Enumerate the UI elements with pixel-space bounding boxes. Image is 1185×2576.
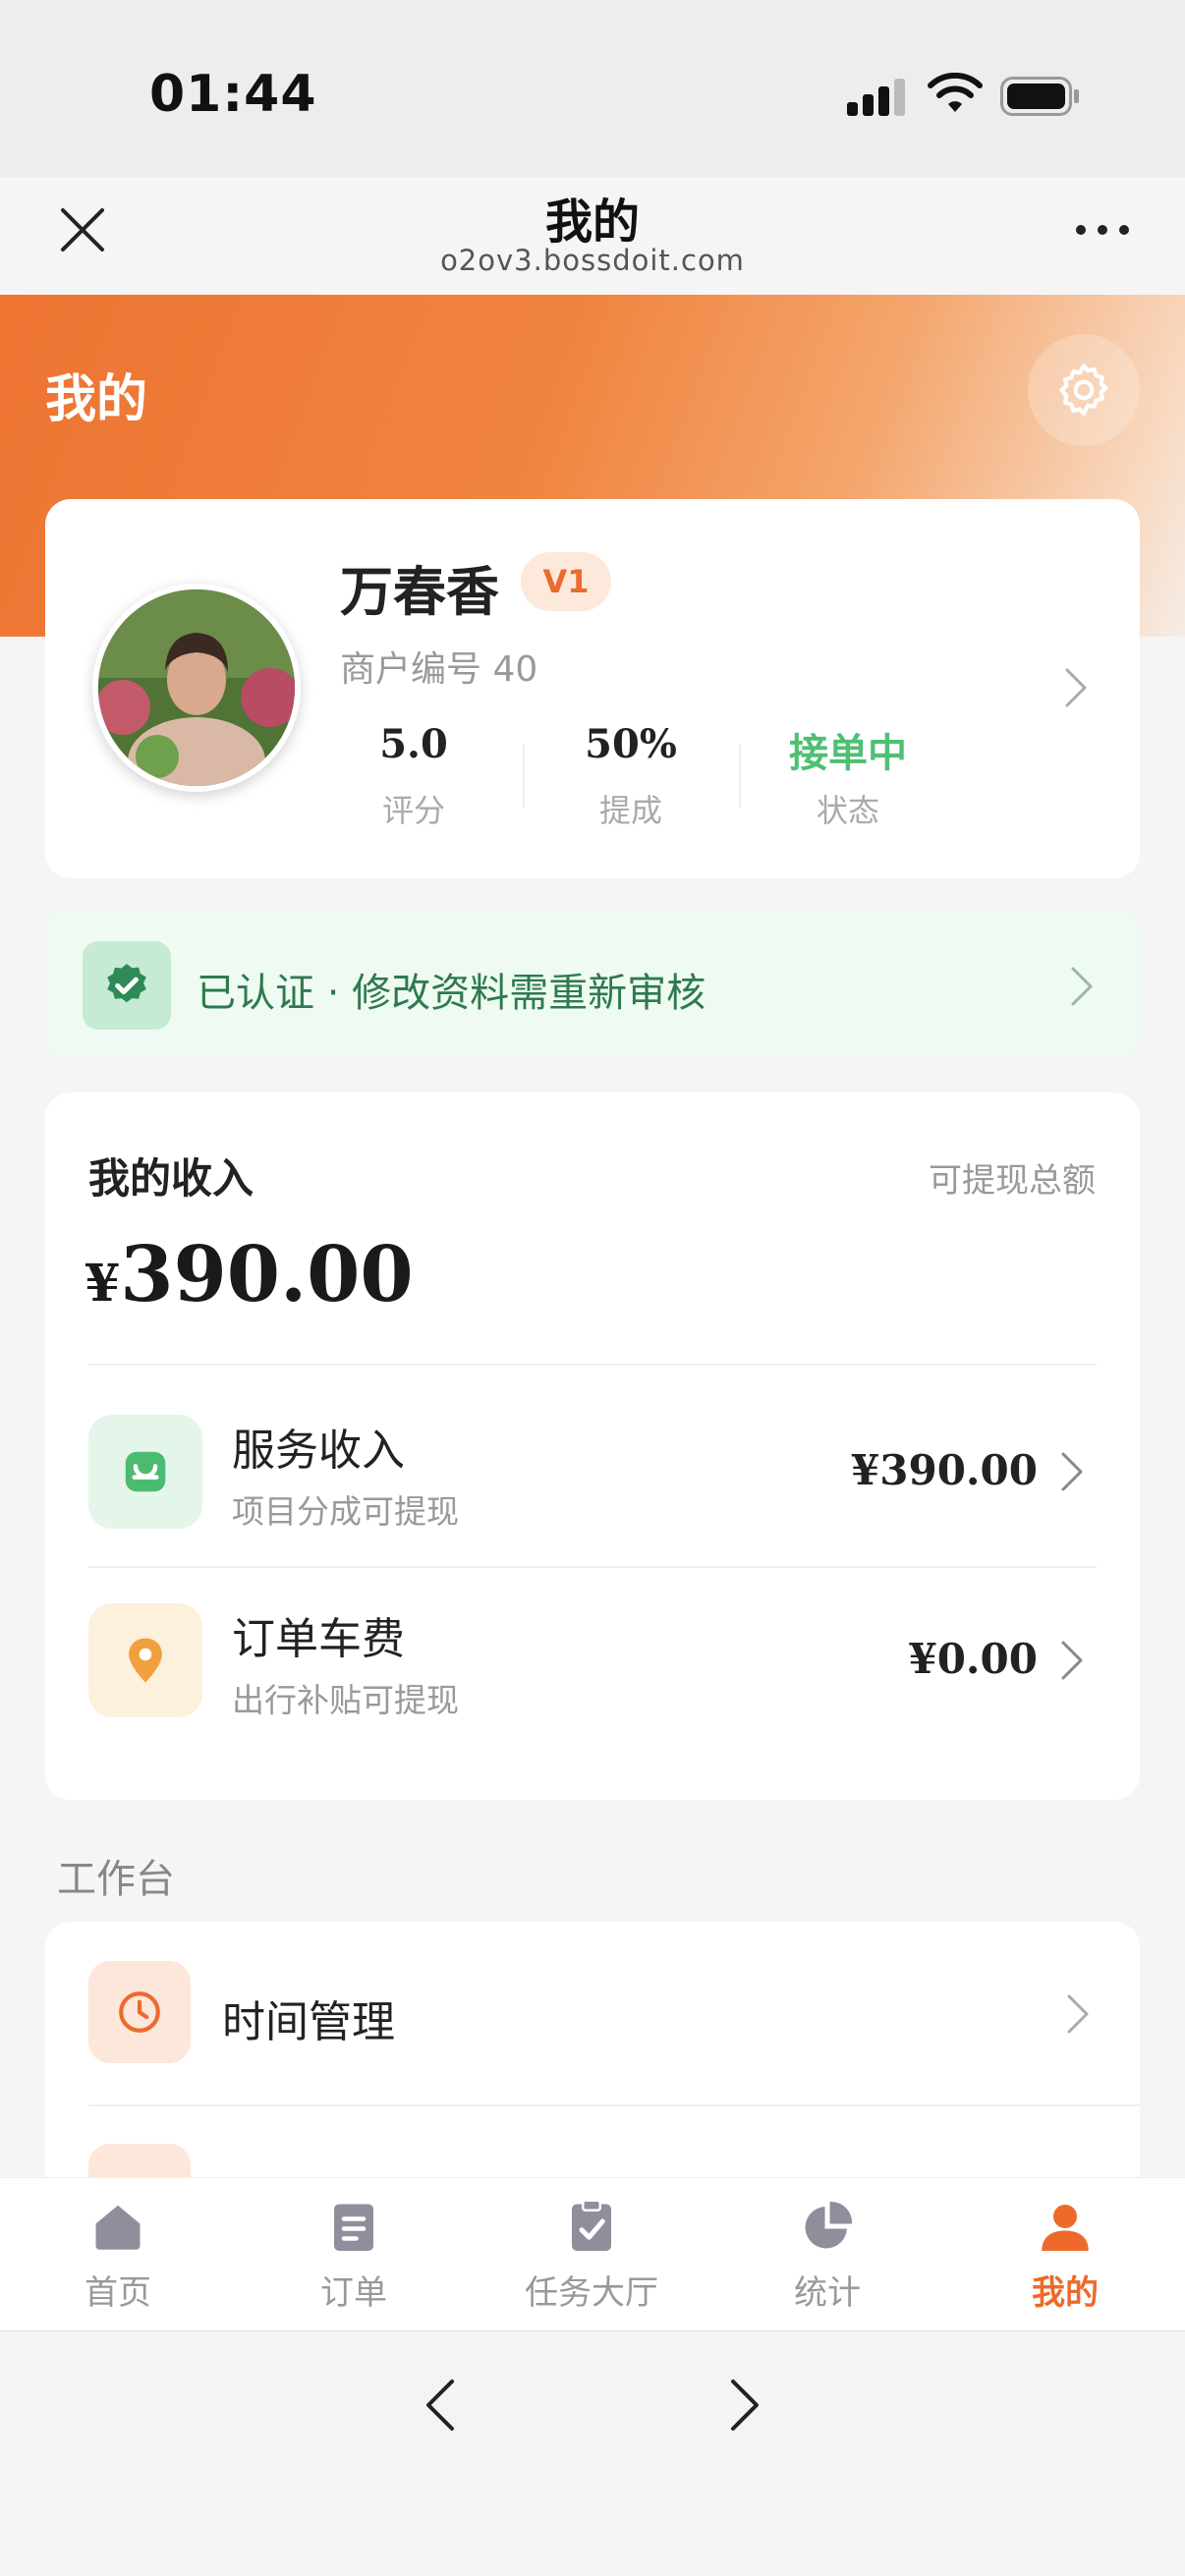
service-income-icon-box: [88, 1415, 202, 1529]
commission-value: 50%: [585, 721, 677, 767]
status-value: 接单中: [789, 731, 907, 776]
chevron-right-icon: [1061, 1452, 1083, 1491]
battery-icon: [1000, 77, 1079, 116]
income-total-value: 390.00: [120, 1230, 414, 1319]
verification-text: 已认证 · 修改资料需重新审核: [197, 971, 706, 1016]
time-management-title: 时间管理: [222, 1997, 395, 2047]
clock-icon: [119, 1991, 160, 2033]
stat-divider: [523, 745, 525, 808]
income-total: ¥390.00: [85, 1230, 414, 1319]
divider: [88, 2104, 1140, 2106]
car-fee-subtitle: 出行补贴可提现: [232, 1681, 459, 1719]
next-item-icon-box: [88, 2144, 191, 2177]
clipboard-list-icon: [334, 2204, 373, 2251]
rating-value: 5.0: [379, 721, 448, 767]
car-fee-icon-box: [88, 1603, 202, 1717]
clipboard-check-icon: [572, 2199, 611, 2251]
tab-mine-label: 我的: [1032, 2273, 1099, 2313]
browser-title: 我的: [544, 195, 640, 250]
workbench-label: 工作台: [57, 1857, 175, 1902]
wifi-icon: [928, 73, 983, 112]
commission-label: 提成: [598, 792, 662, 829]
avatar: [92, 584, 301, 792]
chevron-right-icon: [1061, 1641, 1083, 1680]
tab-orders[interactable]: 订单: [255, 2197, 452, 2314]
car-fee-amount: ¥0.00: [908, 1635, 1038, 1683]
service-income-amount: ¥390.00: [851, 1446, 1038, 1494]
settings-button[interactable]: [1028, 334, 1140, 446]
tab-statistics-label: 统计: [794, 2273, 861, 2313]
location-pin-icon: [129, 1638, 162, 1683]
user-icon: [1042, 2205, 1089, 2251]
signal-icon: [847, 79, 905, 116]
pie-chart-icon: [805, 2201, 853, 2249]
service-income-title: 服务收入: [232, 1426, 405, 1476]
car-fee-title: 订单车费: [232, 1614, 405, 1664]
tab-orders-label: 订单: [320, 2273, 387, 2313]
service-income-subtitle: 项目分成可提现: [232, 1492, 459, 1531]
stat-divider: [739, 745, 741, 808]
tab-task-hall-label: 任务大厅: [525, 2273, 658, 2313]
verified-badge: [83, 941, 171, 1030]
level-badge: V1: [521, 552, 611, 611]
rating-label: 评分: [381, 792, 445, 829]
withdrawable-label: 可提现总额: [929, 1161, 1096, 1201]
forward-arrow-icon[interactable]: [713, 2376, 772, 2435]
user-name: 万春香: [340, 561, 499, 623]
gear-icon: [1059, 364, 1108, 417]
tab-home-label: 首页: [85, 2273, 151, 2313]
chevron-right-icon: [1071, 967, 1093, 1006]
browser-url: o2ov3.bossdoit.com: [440, 244, 745, 277]
page-title: 我的: [45, 370, 148, 429]
chevron-right-icon: [1067, 1994, 1089, 2034]
tab-task-hall[interactable]: 任务大厅: [493, 2197, 690, 2314]
tab-statistics[interactable]: 统计: [729, 2197, 926, 2314]
status-label: 状态: [816, 792, 879, 829]
tab-mine[interactable]: 我的: [967, 2197, 1163, 2314]
chevron-right-icon: [1065, 668, 1087, 707]
income-title: 我的收入: [88, 1154, 254, 1203]
currency-symbol: ¥: [85, 1254, 121, 1314]
time-management-icon-box: [88, 1961, 191, 2063]
divider: [88, 1364, 1097, 1366]
back-arrow-icon[interactable]: [413, 2376, 472, 2435]
time-management-row[interactable]: [45, 1922, 1140, 2104]
shield-check-icon: [107, 964, 146, 1003]
browser-toolbar: [0, 2330, 1185, 2576]
divider: [88, 1566, 1097, 1568]
status-time: 01:44: [149, 65, 317, 124]
more-icon[interactable]: [1073, 220, 1132, 240]
tab-home[interactable]: 首页: [20, 2197, 216, 2314]
merchant-number: 商户编号 40: [340, 649, 538, 690]
home-icon: [95, 2205, 141, 2250]
smile-bag-icon: [125, 1451, 166, 1492]
